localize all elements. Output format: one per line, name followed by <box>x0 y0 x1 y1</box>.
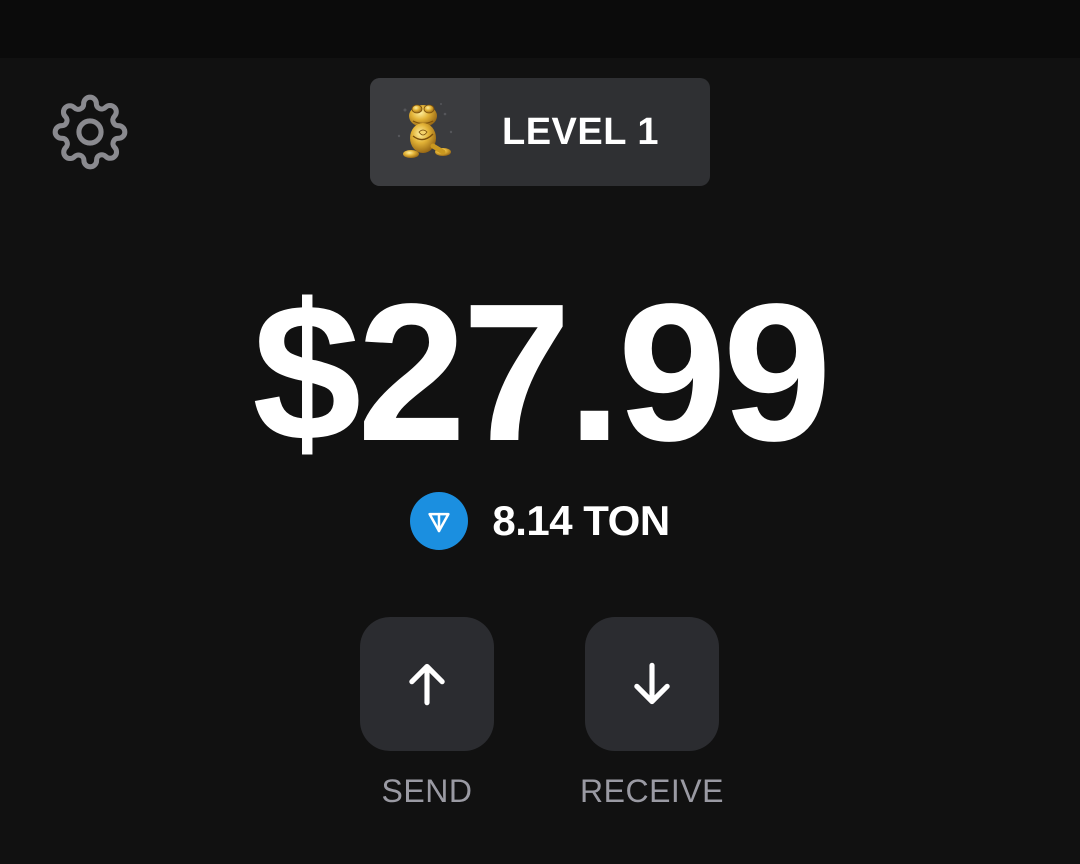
receive-button[interactable] <box>585 617 719 751</box>
send-label: SEND <box>381 773 473 809</box>
settings-button[interactable] <box>50 92 130 172</box>
status-bar-area <box>0 0 1080 58</box>
level-badge[interactable]: LEVEL 1 <box>370 78 710 186</box>
level-label: LEVEL 1 <box>502 110 659 153</box>
receive-action: RECEIVE <box>552 617 752 810</box>
send-button[interactable] <box>360 617 494 751</box>
balance-usd: $27.99 <box>252 263 831 482</box>
ton-logo-icon <box>410 492 469 550</box>
gear-icon <box>52 94 128 170</box>
receive-label: RECEIVE <box>580 773 724 809</box>
ton-amount: 8.14 TON <box>492 497 670 544</box>
ton-balance-row: 8.14 TON <box>0 490 1080 552</box>
level-avatar <box>370 78 480 186</box>
golden-frog-avatar-icon <box>397 103 453 158</box>
arrow-down-icon <box>634 662 670 705</box>
send-action: SEND <box>327 617 527 810</box>
arrow-up-icon <box>409 663 445 706</box>
